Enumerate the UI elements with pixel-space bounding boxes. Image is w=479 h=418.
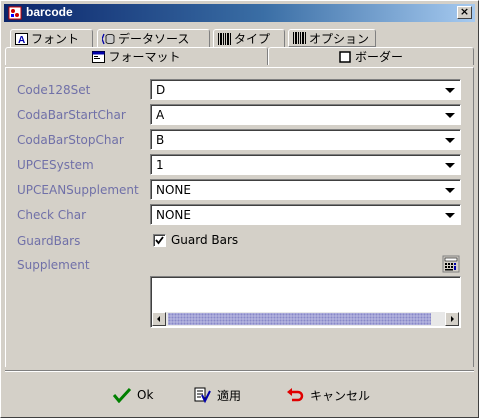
scrollbar-thumb[interactable] bbox=[168, 313, 431, 325]
app-icon bbox=[8, 6, 22, 20]
title-bar[interactable]: barcode × bbox=[4, 4, 475, 22]
font-icon: A bbox=[15, 32, 28, 45]
tab-font-label: フォント bbox=[31, 32, 80, 46]
barcode-icon bbox=[218, 32, 231, 45]
code128set-label: Code128Set bbox=[17, 83, 91, 97]
upce-system-select[interactable]: 1 bbox=[150, 154, 461, 175]
upcean-supplement-value: NONE bbox=[156, 183, 191, 197]
upce-system-value: 1 bbox=[156, 158, 164, 172]
footer-divider bbox=[5, 370, 474, 372]
tab-format[interactable]: フォーマット bbox=[5, 47, 268, 65]
datasource-icon bbox=[102, 33, 115, 44]
chevron-down-icon[interactable] bbox=[442, 181, 458, 198]
ok-button[interactable]: Ok bbox=[113, 384, 153, 406]
guardbars-label: GuardBars bbox=[17, 234, 81, 248]
apply-button[interactable]: 適用 bbox=[193, 384, 241, 406]
apply-button-label: 適用 bbox=[217, 388, 242, 403]
tab-border[interactable]: ボーダー bbox=[268, 47, 474, 65]
upce-system-label: UPCESystem bbox=[17, 158, 94, 172]
close-button[interactable]: × bbox=[457, 6, 472, 19]
tab-datasource-label: データソース bbox=[118, 32, 190, 46]
checkmark-icon bbox=[113, 387, 131, 403]
checkmark-icon bbox=[155, 235, 164, 244]
undo-icon bbox=[287, 388, 304, 402]
window-title: barcode bbox=[26, 5, 73, 19]
tab-options[interactable]: オプション bbox=[288, 29, 376, 47]
cancel-button-label: キャンセル bbox=[310, 388, 371, 403]
codabar-start-label: CodaBarStartChar bbox=[17, 108, 126, 122]
horizontal-scrollbar[interactable] bbox=[152, 312, 459, 326]
check-char-label: Check Char bbox=[17, 208, 86, 222]
arrow-left-icon bbox=[157, 316, 160, 322]
chevron-down-icon[interactable] bbox=[442, 206, 458, 223]
border-icon bbox=[339, 50, 351, 63]
tab-options-label: オプション bbox=[309, 31, 370, 46]
ok-button-label: Ok bbox=[137, 388, 154, 402]
chevron-down-icon[interactable] bbox=[442, 131, 458, 148]
chevron-down-icon[interactable] bbox=[442, 106, 458, 123]
barcode-icon bbox=[293, 32, 306, 44]
code128set-value: D bbox=[156, 83, 166, 97]
calculator-icon[interactable] bbox=[442, 255, 460, 273]
chevron-down-icon[interactable] bbox=[442, 156, 458, 173]
format-icon bbox=[92, 50, 106, 63]
upcean-supplement-label: UPCEANSupplement bbox=[17, 183, 139, 197]
supplement-label: Supplement bbox=[17, 258, 90, 272]
check-char-select[interactable]: NONE bbox=[150, 204, 461, 225]
apply-icon bbox=[194, 387, 211, 404]
codabar-stop-label: CodaBarStopChar bbox=[17, 133, 124, 147]
scroll-left-button[interactable] bbox=[152, 312, 166, 326]
upcean-supplement-select[interactable]: NONE bbox=[150, 179, 461, 200]
codabar-stop-select[interactable]: B bbox=[150, 129, 461, 150]
tab-type[interactable]: タイプ bbox=[213, 29, 285, 47]
guardbars-checkbox-row[interactable]: Guard Bars bbox=[153, 233, 238, 247]
scroll-right-button[interactable] bbox=[445, 312, 459, 326]
code128set-select[interactable]: D bbox=[150, 79, 461, 100]
codabar-start-value: A bbox=[156, 108, 165, 122]
svg-text:A: A bbox=[18, 35, 25, 45]
tab-font[interactable]: A フォント bbox=[10, 29, 93, 47]
codabar-start-select[interactable]: A bbox=[150, 104, 461, 125]
guardbars-checkbox[interactable] bbox=[153, 233, 166, 247]
tab-datasource[interactable]: データソース bbox=[97, 29, 210, 47]
guardbars-checkbox-label: Guard Bars bbox=[171, 233, 239, 247]
arrow-right-icon bbox=[451, 316, 454, 322]
tab-border-label: ボーダー bbox=[354, 50, 403, 64]
tab-type-label: タイプ bbox=[234, 32, 271, 46]
supplement-textarea[interactable] bbox=[150, 276, 461, 328]
codabar-stop-value: B bbox=[156, 133, 165, 147]
check-char-value: NONE bbox=[156, 208, 191, 222]
chevron-down-icon[interactable] bbox=[442, 81, 458, 98]
cancel-button[interactable]: キャンセル bbox=[286, 384, 370, 406]
barcode-dialog: barcode × A フォント データソース タイプ オプション フォーマット… bbox=[0, 0, 479, 418]
tab-format-label: フォーマット bbox=[108, 50, 181, 64]
